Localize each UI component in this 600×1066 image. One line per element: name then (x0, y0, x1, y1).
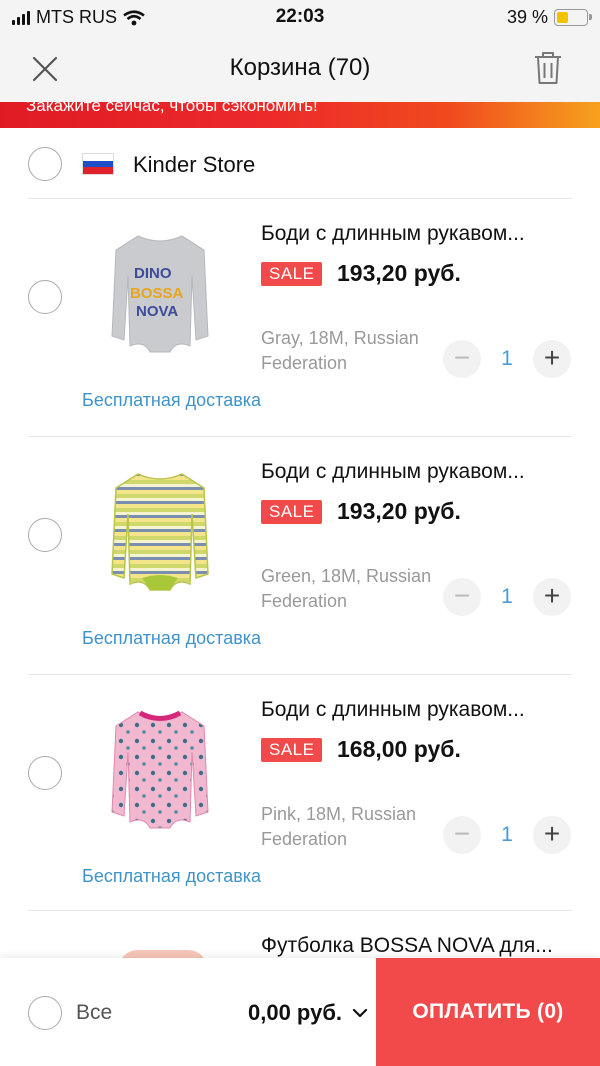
cart-item: Боди с длинным рукавом... SALE 193,20 ру… (0, 436, 600, 674)
chevron-down-icon[interactable] (350, 1003, 370, 1023)
sale-badge: SALE (261, 738, 323, 762)
russia-flag-icon (82, 153, 114, 175)
qty-decrease-button[interactable]: − (443, 816, 481, 854)
qty-increase-button[interactable]: + (533, 578, 571, 616)
store-select-radio[interactable] (28, 147, 62, 181)
status-bar: MTS RUS 22:03 39 % (0, 0, 600, 34)
promo-text: Закажите сейчас, чтобы сэкономить! (26, 102, 318, 115)
item-title[interactable]: Боди с длинным рукавом... (261, 698, 571, 722)
qty-decrease-button[interactable]: − (443, 340, 481, 378)
select-all-label[interactable]: Все (76, 1001, 112, 1025)
qty-increase-button[interactable]: + (533, 816, 571, 854)
free-shipping-label: Бесплатная доставка (82, 390, 262, 410)
svg-text:BOSSA: BOSSA (130, 285, 184, 302)
item-variant[interactable]: Gray, 18M, Russian Federation (261, 326, 436, 376)
item-variant[interactable]: Green, 18M, Russian Federation (261, 564, 436, 614)
item-title[interactable]: Футболка BOSSA NOVA для... (261, 934, 571, 958)
cart-total[interactable]: 0,00 руб. (248, 1000, 342, 1026)
item-price: 193,20 руб. (337, 260, 461, 286)
item-select-radio[interactable] (28, 756, 62, 790)
store-name[interactable]: Kinder Store (133, 152, 255, 178)
item-select-radio[interactable] (28, 280, 62, 314)
qty-value: 1 (501, 347, 513, 370)
promo-banner[interactable]: Закажите сейчас, чтобы сэкономить! (0, 102, 600, 128)
item-price: 168,00 руб. (337, 736, 461, 762)
pay-button[interactable]: ОПЛАТИТЬ (0) (376, 958, 600, 1066)
item-title[interactable]: Боди с длинным рукавом... (261, 222, 571, 246)
qty-decrease-button[interactable]: − (443, 578, 481, 616)
product-image-striped-bodysuit[interactable] (100, 466, 220, 606)
svg-text:DINO: DINO (134, 265, 172, 282)
select-all-radio[interactable] (28, 996, 62, 1030)
battery-icon (554, 9, 592, 26)
qty-value: 1 (501, 823, 513, 846)
free-shipping-label: Бесплатная доставка (82, 866, 262, 886)
status-right: 39 % (506, 7, 592, 28)
trash-icon[interactable] (532, 50, 564, 86)
free-shipping-label: Бесплатная доставка (82, 628, 262, 648)
item-variant[interactable]: Pink, 18M, Russian Federation (261, 802, 436, 852)
product-image-pink-bodysuit[interactable] (100, 704, 220, 844)
checkout-bar: Все 0,00 руб. ОПЛАТИТЬ (0) (0, 958, 600, 1066)
cart-header: Корзина (70) (0, 34, 600, 102)
store-row: Kinder Store (0, 128, 600, 198)
item-price: 193,20 руб. (337, 498, 461, 524)
sale-badge: SALE (261, 262, 323, 286)
product-image-gray-bodysuit[interactable]: DINO BOSSA NOVA (100, 228, 220, 368)
divider (28, 910, 572, 911)
page-title: Корзина (70) (229, 54, 371, 81)
svg-text:NOVA: NOVA (136, 303, 178, 320)
item-select-radio[interactable] (28, 518, 62, 552)
qty-value: 1 (501, 585, 513, 608)
cart-item: DINO BOSSA NOVA Боди с длинным рукавом..… (0, 198, 600, 436)
battery-percent: 39 % (506, 7, 548, 27)
sale-badge: SALE (261, 500, 323, 524)
item-title[interactable]: Боди с длинным рукавом... (261, 460, 571, 484)
cart-item: Боди с длинным рукавом... SALE 168,00 ру… (0, 674, 600, 912)
qty-increase-button[interactable]: + (533, 340, 571, 378)
